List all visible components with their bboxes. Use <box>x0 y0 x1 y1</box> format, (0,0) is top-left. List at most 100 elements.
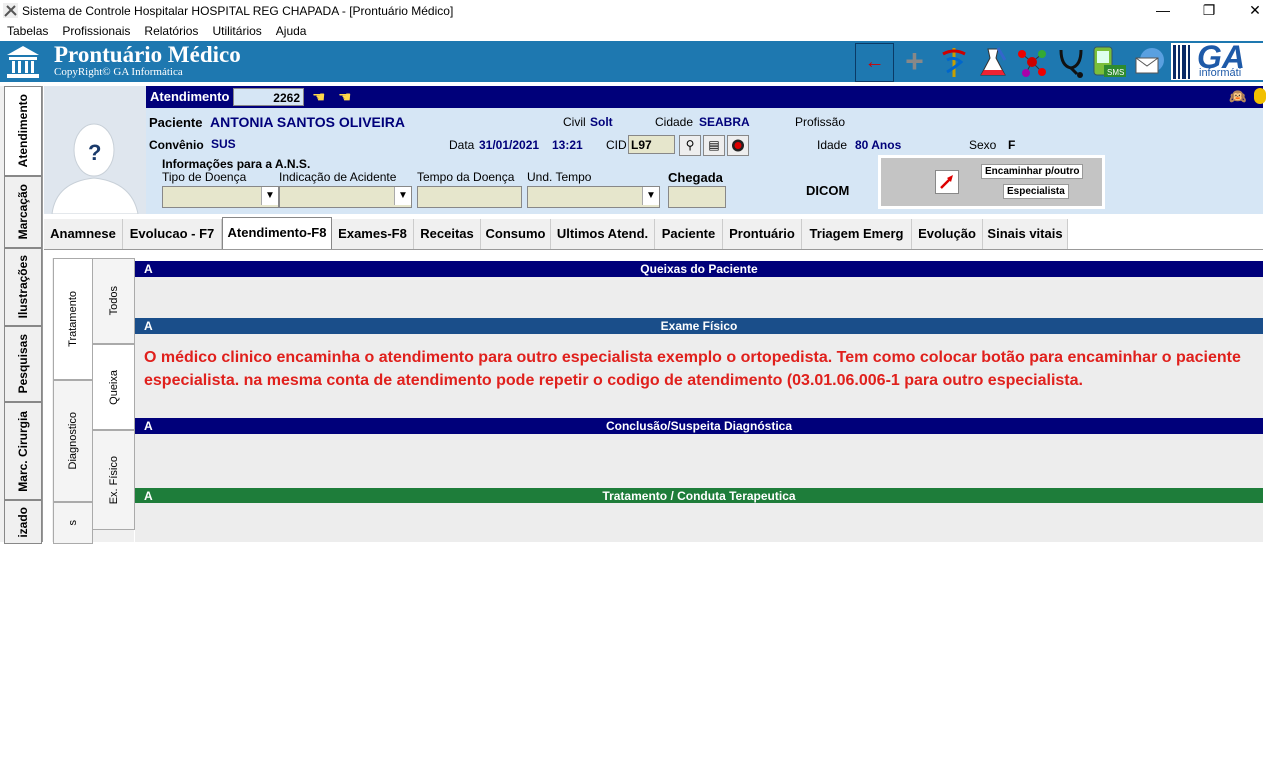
side-tab-marcacao[interactable]: Marcação <box>4 176 42 248</box>
tipo-doenca-label: Tipo de Doença <box>162 170 247 184</box>
chegada-label: Chegada <box>668 170 723 185</box>
cid-field[interactable]: L97 <box>628 135 675 154</box>
menu-profissionais[interactable]: Profissionais <box>55 22 137 40</box>
sexo-label: Sexo <box>969 138 997 152</box>
molecule-icon[interactable] <box>1013 43 1050 80</box>
und-tempo-label: Und. Tempo <box>527 170 592 184</box>
section-header-exame-fisico: A Exame Físico <box>135 318 1263 334</box>
caduceus-icon[interactable] <box>935 43 972 80</box>
close-button[interactable]: ✕ <box>1232 0 1278 22</box>
tab-divider <box>44 249 1263 250</box>
lab-flask-icon[interactable] <box>974 43 1011 80</box>
convenio-value: SUS <box>211 137 236 151</box>
plus-icon[interactable]: + <box>896 43 933 80</box>
inner-tab-diagnostico[interactable]: Diagnostico <box>53 380 93 502</box>
back-arrow-icon[interactable]: ← <box>855 43 894 82</box>
main-tab-strip: Anamnese Evolucao - F7 Atendimento-F8 Ex… <box>44 217 1263 250</box>
section-title: Queixas do Paciente <box>640 262 758 276</box>
chevron-down-icon: ▼ <box>642 187 659 205</box>
binoculars-icon[interactable]: ⚲ <box>679 135 701 156</box>
pointing-hand-icon-2[interactable]: ☚ <box>338 88 351 106</box>
sub-tab-queixa[interactable]: Queixa <box>92 344 135 430</box>
exame-fisico-text: O médico clinico encaminha o atendimento… <box>144 349 1241 389</box>
restore-button[interactable]: ❐ <box>1186 0 1232 22</box>
tratamento-textarea[interactable] <box>135 503 1263 542</box>
tab-atendimento-f8[interactable]: Atendimento-F8 <box>222 217 332 250</box>
side-tab-partial[interactable]: izado <box>4 500 42 544</box>
menu-relatorios[interactable]: Relatórios <box>137 22 205 40</box>
barcode-icon <box>1173 45 1190 79</box>
sub-tab-ex-fisico[interactable]: Ex. Físico <box>92 430 135 530</box>
inner-tab-tratamento[interactable]: Tratamento <box>53 258 93 380</box>
side-tab-marc-cirurgia[interactable]: Marc. Cirurgia <box>4 402 42 500</box>
paciente-label: Paciente <box>149 115 203 130</box>
indicacao-acidente-label: Indicação de Acidente <box>279 170 397 184</box>
section-title: Exame Físico <box>660 319 738 333</box>
tab-triagem-emerg[interactable]: Triagem Emerg <box>802 219 912 249</box>
pointing-hand-icon[interactable]: ☚ <box>312 88 325 106</box>
sexo-value: F <box>1008 138 1016 152</box>
svg-text:?: ? <box>88 140 101 165</box>
svg-text:SMS: SMS <box>1107 68 1124 77</box>
patient-photo: ? <box>44 86 146 215</box>
conclusao-textarea[interactable] <box>135 434 1263 488</box>
encaminhar-panel: Encaminhar p/outro Especialista <box>878 155 1105 209</box>
send-arrow-icon[interactable] <box>935 170 959 194</box>
tab-consumo[interactable]: Consumo <box>481 219 551 249</box>
ga-logo: GA informáti <box>1171 43 1263 80</box>
menu-bar: Tabelas Profissionais Relatórios Utilitário… <box>0 22 1280 41</box>
tab-exames-f8[interactable]: Exames-F8 <box>332 219 414 249</box>
chevron-down-icon: ▼ <box>394 187 411 205</box>
side-tab-atendimento[interactable]: Atendimento <box>4 86 42 176</box>
civil-value: Solt <box>590 115 613 129</box>
tempo-doenca-input[interactable] <box>417 186 522 208</box>
tab-evolucao[interactable]: Evolução <box>912 219 983 249</box>
side-tab-pesquisas[interactable]: Pesquisas <box>4 326 42 402</box>
ans-title: Informações para a A.N.S. <box>162 157 311 171</box>
banner-copyright: CopyRight© GA Informática <box>54 66 183 78</box>
avatar-placeholder-icon: ? <box>44 86 146 215</box>
minimize-button[interactable]: — <box>1140 0 1186 22</box>
alert-face-icon[interactable]: 🙉 <box>1229 88 1246 105</box>
tipo-doenca-select[interactable]: ▼ <box>162 186 279 208</box>
email-icon[interactable] <box>1130 43 1167 80</box>
section-header-tratamento: A Tratamento / Conduta Terapeutica <box>135 488 1263 503</box>
stethoscope-icon[interactable] <box>1052 43 1089 80</box>
tab-anamnese[interactable]: Anamnese <box>44 219 123 249</box>
cid-label: CID <box>606 138 627 152</box>
tab-ultimos-atend[interactable]: Ultimos Atend. <box>551 219 655 249</box>
especialista-button[interactable]: Especialista <box>1003 184 1069 199</box>
copy-document-icon[interactable]: ▤ <box>703 135 725 156</box>
indicacao-acidente-select[interactable]: ▼ <box>279 186 412 208</box>
patient-name: ANTONIA SANTOS OLIVEIRA <box>210 114 405 130</box>
sms-phone-icon[interactable]: SMS <box>1091 43 1128 80</box>
tab-prontuario[interactable]: Prontuário <box>723 219 802 249</box>
menu-tabelas[interactable]: Tabelas <box>0 22 55 40</box>
help-icon[interactable] <box>1254 88 1266 104</box>
tempo-doenca-label: Tempo da Doença <box>417 170 515 184</box>
inner-tab-partial[interactable]: s <box>53 502 93 544</box>
atendimento-label: Atendimento <box>150 89 230 104</box>
section-header-queixas: A Queixas do Paciente <box>135 261 1263 277</box>
encaminhar-button[interactable]: Encaminhar p/outro <box>981 164 1084 179</box>
menu-utilitarios[interactable]: Utilitários <box>205 22 268 40</box>
idade-value: 80 Anos <box>855 138 902 152</box>
und-tempo-select[interactable]: ▼ <box>527 186 660 208</box>
menu-ajuda[interactable]: Ajuda <box>269 22 314 40</box>
queixas-textarea[interactable] <box>135 277 1263 318</box>
atendimento-number-field[interactable]: 2262 <box>233 88 304 106</box>
data-label: Data <box>449 138 475 152</box>
record-icon[interactable] <box>727 135 749 156</box>
chegada-input[interactable] <box>668 186 726 208</box>
cidade-value: SEABRA <box>699 115 750 129</box>
tab-evolucao-f7[interactable]: Evolucao - F7 <box>123 219 222 249</box>
tab-paciente[interactable]: Paciente <box>655 219 723 249</box>
tab-sinais-vitais[interactable]: Sinais vitais <box>983 219 1068 249</box>
section-title: Conclusão/Suspeita Diagnóstica <box>605 419 793 433</box>
side-tab-ilustracoes[interactable]: Ilustrações <box>4 248 42 326</box>
profissao-label: Profissão <box>795 115 846 129</box>
sub-tab-todos[interactable]: Todos <box>92 258 135 344</box>
tab-receitas[interactable]: Receitas <box>414 219 481 249</box>
convenio-label: Convênio <box>149 138 204 152</box>
section-title: Tratamento / Conduta Terapeutica <box>602 489 796 503</box>
